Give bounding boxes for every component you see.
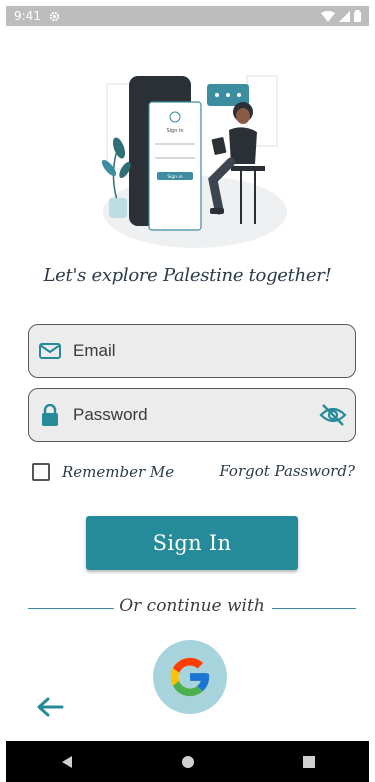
- wifi-icon: [321, 10, 335, 22]
- nav-home-icon[interactable]: [181, 755, 195, 769]
- email-input[interactable]: [71, 340, 295, 362]
- password-field[interactable]: [28, 388, 356, 442]
- gear-icon: [49, 11, 60, 21]
- signal-icon: [339, 10, 350, 22]
- or-continue-divider: Or continue with: [28, 596, 356, 620]
- google-icon: [170, 657, 210, 697]
- sign-in-button[interactable]: Sign In: [86, 516, 298, 570]
- remember-me[interactable]: Remember Me: [32, 463, 174, 481]
- lock-icon: [39, 404, 61, 426]
- back-arrow-icon[interactable]: [36, 696, 64, 718]
- mail-icon: [39, 340, 61, 362]
- email-field[interactable]: [28, 324, 356, 378]
- divider-line-right: [272, 608, 356, 609]
- eye-off-icon[interactable]: [319, 403, 347, 427]
- divider-text: Or continue with: [119, 596, 265, 616]
- battery-icon: [354, 10, 361, 22]
- login-illustration: Sign in Sign in: [101, 75, 287, 248]
- nav-recents-icon[interactable]: [302, 755, 316, 769]
- google-sign-in-button[interactable]: [153, 640, 227, 714]
- nav-back-icon[interactable]: [60, 755, 74, 769]
- tagline: Let's explore Palestine together!: [43, 265, 332, 286]
- android-nav-bar: [6, 741, 369, 782]
- remember-me-checkbox[interactable]: [32, 463, 50, 481]
- password-input[interactable]: [71, 404, 295, 426]
- forgot-password-link[interactable]: Forgot Password?: [219, 462, 355, 480]
- illustration-phone-button: Sign in: [167, 174, 182, 180]
- remember-me-label: Remember Me: [62, 463, 175, 481]
- status-bar: 9:41: [6, 6, 369, 26]
- status-time: 9:41: [14, 9, 41, 23]
- illustration-phone-title: Sign in: [166, 128, 183, 134]
